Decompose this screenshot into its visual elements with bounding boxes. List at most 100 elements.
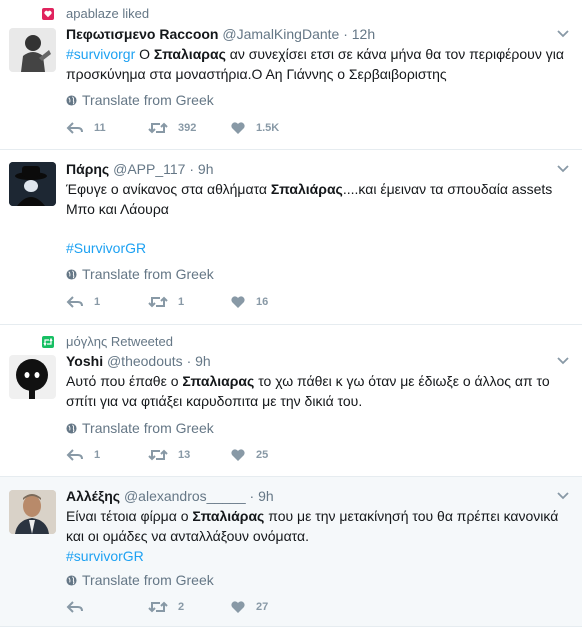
- tweet-text: Είναι τέτοια φίρμα ο Σπαλιάρας που με τη…: [66, 506, 570, 546]
- highlighted-term: Σπαλιαρας: [182, 373, 255, 389]
- retweet-count: 1: [178, 296, 185, 308]
- translate-link[interactable]: Translate from Greek: [66, 266, 214, 282]
- timestamp[interactable]: 9h: [198, 161, 214, 177]
- like-count: 27: [256, 601, 269, 613]
- separator-dot: ·: [343, 26, 348, 42]
- username[interactable]: @theodouts: [107, 353, 183, 369]
- avatar[interactable]: [9, 162, 56, 206]
- avatar[interactable]: [9, 28, 56, 72]
- translate-link[interactable]: Translate from Greek: [66, 420, 214, 436]
- like-button[interactable]: 27: [230, 600, 312, 614]
- fullname[interactable]: Yoshi: [66, 353, 103, 369]
- context-text[interactable]: apablaze liked: [66, 6, 149, 21]
- tweet-4[interactable]: Αλλέξης @alexandros_____ · 9h Είναι τέτο…: [0, 477, 582, 627]
- retweet-button[interactable]: 2: [148, 600, 230, 614]
- social-context: μόγλης Retweeted: [42, 334, 173, 349]
- fullname[interactable]: Πάρης: [66, 161, 109, 177]
- hashtag-link[interactable]: #SurvivorGR: [66, 238, 146, 258]
- globe-icon: [66, 94, 77, 106]
- tweet-actions: 1 1 16: [66, 295, 312, 309]
- translate-link[interactable]: Translate from Greek: [66, 572, 214, 588]
- username[interactable]: @APP_117: [113, 161, 185, 177]
- retweet-count: 2: [178, 601, 185, 613]
- chevron-down-icon[interactable]: [556, 488, 570, 502]
- reply-count: 1: [94, 296, 101, 308]
- reply-icon: [66, 601, 83, 613]
- globe-icon: [66, 574, 77, 586]
- timestamp[interactable]: 9h: [195, 353, 211, 369]
- chevron-down-icon[interactable]: [556, 26, 570, 40]
- retweet-icon: [148, 601, 168, 613]
- timestamp[interactable]: 9h: [258, 488, 274, 504]
- tweet-text: #survivorgr Ο Σπαλιαρας αν συνεχίσει ετσ…: [66, 44, 570, 84]
- heart-icon: [42, 7, 54, 20]
- social-context: apablaze liked: [42, 6, 149, 21]
- retweet-button[interactable]: 13: [148, 448, 230, 462]
- heart-icon: [231, 449, 245, 461]
- retweet-icon: [148, 449, 168, 461]
- reply-button[interactable]: 1: [66, 295, 148, 309]
- fullname[interactable]: Πεφωτισμενο Raccoon: [66, 26, 218, 42]
- heart-icon: [231, 296, 245, 308]
- reply-icon: [66, 449, 83, 461]
- text-segment: Έφυγε ο ανίκανος στα αθλήματα: [66, 181, 271, 197]
- like-button[interactable]: 1.5K: [230, 121, 312, 135]
- highlighted-term: Σπαλιάρας: [270, 181, 343, 197]
- chevron-down-icon[interactable]: [556, 161, 570, 175]
- text-segment: Είναι τέτοια φίρμα ο: [66, 508, 193, 524]
- avatar[interactable]: [9, 490, 56, 534]
- tweet-3[interactable]: μόγλης Retweeted Yoshi @theodouts · 9h Α…: [0, 325, 582, 477]
- heart-icon: [231, 601, 245, 613]
- chevron-down-icon[interactable]: [556, 353, 570, 367]
- reply-icon: [66, 122, 83, 134]
- tweet-actions: 1 13 25: [66, 448, 312, 462]
- reply-button[interactable]: 11: [66, 121, 148, 135]
- text-segment: Αυτό που έπαθε ο: [66, 373, 183, 389]
- globe-icon: [66, 422, 77, 434]
- tweet-header: Πεφωτισμενο Raccoon @JamalKingDante · 12…: [66, 26, 542, 42]
- text-segment: Ο: [135, 46, 154, 62]
- timestamp[interactable]: 12h: [352, 26, 375, 42]
- avatar[interactable]: [9, 355, 56, 399]
- like-button[interactable]: 25: [230, 448, 312, 462]
- tweet-actions: 11 392 1.5K: [66, 121, 312, 135]
- context-text[interactable]: μόγλης Retweeted: [66, 334, 173, 349]
- reply-button[interactable]: [66, 600, 148, 614]
- tweet-1[interactable]: apablaze liked Πεφωτισμενο Raccoon @Jama…: [0, 0, 582, 150]
- translate-label: Translate from Greek: [82, 266, 214, 282]
- hashtag-link[interactable]: #survivorGR: [66, 546, 144, 566]
- translate-label: Translate from Greek: [82, 92, 214, 108]
- like-count: 25: [256, 449, 269, 461]
- reply-icon: [66, 296, 83, 308]
- separator-dot: ·: [189, 161, 195, 177]
- retweet-button[interactable]: 392: [148, 121, 230, 135]
- translate-link[interactable]: Translate from Greek: [66, 92, 214, 108]
- like-count: 1.5K: [256, 122, 280, 134]
- heart-icon: [231, 122, 245, 134]
- fullname[interactable]: Αλλέξης: [66, 488, 120, 504]
- username[interactable]: @JamalKingDante: [222, 26, 339, 42]
- retweet-count: 392: [178, 122, 197, 134]
- highlighted-term: Σπαλιαρας: [153, 46, 226, 62]
- retweet-icon: [148, 296, 168, 308]
- retweet-count: 13: [178, 449, 191, 461]
- retweet-button[interactable]: 1: [148, 295, 230, 309]
- highlighted-term: Σπαλιάρας: [192, 508, 265, 524]
- tweet-actions: 2 27: [66, 600, 312, 614]
- retweet-icon: [42, 335, 54, 348]
- like-count: 16: [256, 296, 269, 308]
- tweet-text: Αυτό που έπαθε ο Σπαλιαρας το χω πάθει κ…: [66, 371, 570, 411]
- reply-count: 11: [94, 122, 106, 134]
- reply-count: 1: [94, 449, 101, 461]
- reply-button[interactable]: 1: [66, 448, 148, 462]
- translate-label: Translate from Greek: [82, 572, 214, 588]
- separator-dot: ·: [249, 488, 255, 504]
- tweet-header: Αλλέξης @alexandros_____ · 9h: [66, 488, 542, 504]
- username[interactable]: @alexandros_____: [124, 488, 246, 504]
- like-button[interactable]: 16: [230, 295, 312, 309]
- tweet-2[interactable]: Πάρης @APP_117 · 9h Έφυγε ο ανίκανος στα…: [0, 150, 582, 325]
- tweet-header: Yoshi @theodouts · 9h: [66, 353, 542, 369]
- hashtag-link[interactable]: #survivorgr: [66, 46, 135, 62]
- retweet-icon: [148, 122, 168, 134]
- tweet-header: Πάρης @APP_117 · 9h: [66, 161, 542, 177]
